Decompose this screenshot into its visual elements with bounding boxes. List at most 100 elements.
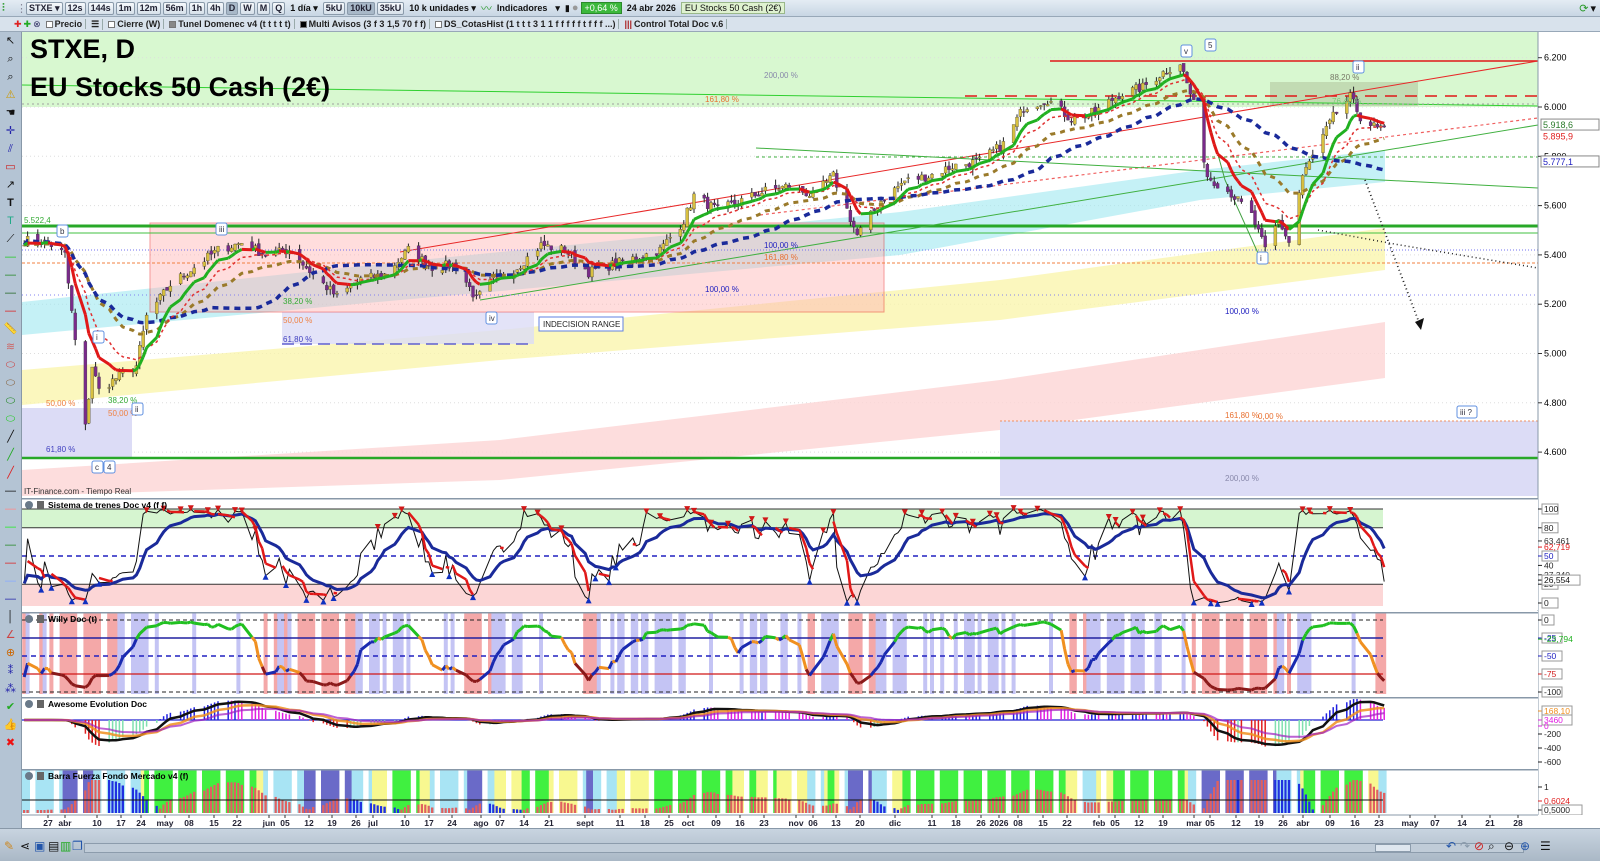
candle [712, 202, 717, 206]
zoom-in-icon[interactable]: ⊕ [1520, 839, 1530, 853]
strength-bar [988, 799, 991, 813]
strength-bar [692, 794, 696, 813]
chart-subtitle: EU Stocks 50 Cash (2€) [30, 72, 330, 102]
candle [1321, 134, 1325, 153]
fast-average-segment [282, 249, 287, 254]
candle [90, 366, 94, 399]
strength-bar [655, 808, 658, 813]
fast-average-segment [356, 281, 362, 286]
candle [515, 269, 519, 273]
candle [1205, 164, 1210, 178]
willy-segment [975, 631, 981, 636]
candle [994, 144, 999, 150]
panel-axis-label: -23,794 [1538, 634, 1573, 644]
strength-bar [451, 807, 454, 813]
strength-bar [1240, 780, 1243, 813]
oversold-zone [22, 584, 1383, 606]
date-tick-label: 18 [640, 818, 650, 828]
chat-icon[interactable]: ▣ [34, 839, 45, 853]
chart-area[interactable]: STXE, D EU Stocks 50 Cash (2€) 5.522,4 I… [0, 0, 1600, 828]
level-label: 5.522,4 [24, 216, 51, 225]
strength-bar [1107, 801, 1110, 813]
fast-average-segment [1039, 112, 1046, 118]
willy-segment [51, 671, 62, 677]
candle [923, 174, 927, 182]
willy-segment [941, 626, 947, 632]
fast-average-segment [921, 182, 926, 186]
calculator-icon[interactable]: ▤ [48, 839, 59, 853]
strength-bar [142, 796, 145, 813]
strength-bar [686, 799, 689, 813]
share-icon[interactable]: ⋖ [20, 839, 30, 853]
candle [416, 245, 421, 262]
panel-axis-label: -100 [1538, 686, 1563, 698]
strength-bar [121, 785, 124, 813]
panel-value: 0 [1544, 615, 1549, 625]
willy-stripe [97, 612, 101, 694]
fast-average-segment [646, 256, 657, 261]
willy-segment [186, 620, 192, 625]
strength-bar [155, 805, 158, 813]
stoch-down-segment [1251, 599, 1256, 603]
horizontal-scrollbar[interactable] [84, 843, 1524, 853]
strength-bar [618, 808, 621, 813]
redo-icon[interactable]: ↷ [1460, 839, 1470, 853]
willy-segment [1234, 686, 1239, 691]
strength-bar [903, 806, 906, 813]
fast-average-segment [710, 208, 715, 213]
date-tick-label: 05 [1205, 818, 1215, 828]
panel-close-icon[interactable] [25, 772, 33, 780]
candle [1130, 87, 1135, 96]
willy-segment [778, 636, 784, 642]
zoom-fit-icon[interactable]: ⌕ [1488, 839, 1495, 854]
strength-bar [349, 798, 352, 813]
strength-bar [400, 809, 403, 813]
panel-close-icon[interactable] [25, 501, 33, 509]
panel-close-icon[interactable] [25, 615, 33, 623]
fast-average-segment [1043, 110, 1049, 116]
scrollbar-thumb[interactable] [1375, 844, 1411, 852]
strength-bar [1060, 792, 1063, 813]
strength-bar [46, 809, 50, 813]
panel-value: -23,794 [1544, 634, 1573, 644]
strength-bar [920, 803, 923, 813]
strength-bar [930, 803, 934, 813]
panel-divider [22, 769, 1538, 771]
willy-segment [1115, 633, 1120, 637]
undo-icon[interactable]: ↶ [1446, 839, 1456, 853]
candle [848, 210, 853, 223]
wave-label-b: b [56, 224, 69, 238]
strength-bg-bar [620, 770, 625, 813]
strength-bar [84, 790, 87, 813]
panel-axis-label: 26,554 [1538, 574, 1581, 586]
magnet-icon[interactable]: ⊘ [1474, 839, 1484, 853]
willy-stripe [739, 612, 744, 694]
strength-bar [352, 799, 356, 813]
candle [474, 294, 479, 296]
candle [478, 291, 482, 295]
wave-label-box [92, 330, 105, 344]
fast-average-segment [972, 163, 977, 169]
strength-bar [869, 799, 872, 813]
strength-bar [631, 808, 634, 813]
strength-bar [621, 808, 624, 813]
zoom-out-icon[interactable]: ⊖ [1504, 839, 1514, 853]
panel-color-icon [37, 501, 44, 509]
candle [1042, 103, 1046, 105]
indicator-list-icon[interactable]: ▥ [60, 839, 71, 853]
willy-segment [1016, 623, 1021, 627]
fast-average-segment [968, 165, 974, 171]
strength-bar [393, 807, 396, 813]
windows-icon[interactable]: ❐ [72, 839, 83, 853]
strength-bar [669, 805, 672, 813]
price-chart[interactable]: STXE, D EU Stocks 50 Cash (2€) 5.522,4 I… [22, 32, 1538, 496]
panel-close-icon[interactable] [25, 700, 33, 708]
strength-bar [305, 808, 308, 813]
candle [1375, 124, 1380, 128]
willy-segment [646, 630, 657, 635]
fib-label: 100,00 % [1225, 307, 1259, 316]
pencil-icon[interactable]: ✎ [4, 839, 14, 853]
settings-icon[interactable]: ☰ [1540, 839, 1551, 853]
strength-bar [403, 807, 407, 813]
date-axis[interactable]: 27 abr 10 17 24 may 08 15 22 jun 05 12 19 26 jul 10 17 24… [22, 814, 1600, 828]
